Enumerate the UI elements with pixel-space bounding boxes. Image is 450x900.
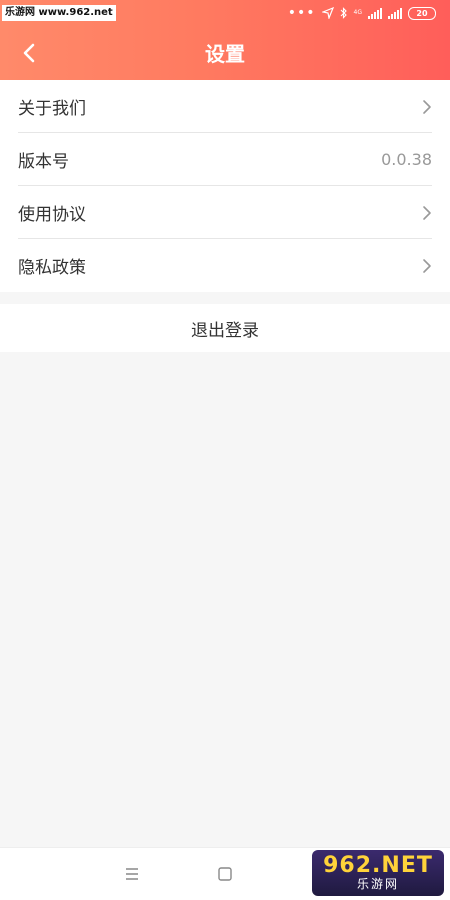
logo-top-text: 962.NET [323,853,433,878]
network-type: 4G [353,9,362,16]
location-icon [321,7,334,19]
settings-item-privacy[interactable]: 隐私政策 [18,239,432,292]
logout-button[interactable]: 退出登录 [0,304,450,352]
more-dots-icon: ••• [287,5,316,21]
chevron-right-icon [423,99,431,114]
battery-level: 20 [416,8,428,18]
settings-screen: 乐游网 www.962.net ••• 4G 20 设置 关于我们 版本号 0.… [0,0,450,900]
settings-item-about[interactable]: 关于我们 [18,80,432,133]
settings-item-version: 版本号 0.0.38 [18,133,432,186]
menu-icon[interactable] [122,864,142,884]
settings-item-label: 关于我们 [18,98,86,119]
system-nav-bar: 962.NET 乐游网 [0,847,450,900]
signal-icon [368,7,382,19]
home-square-icon[interactable] [215,864,235,884]
battery-icon: 20 [408,6,436,20]
logo-bottom-text: 乐游网 [356,877,399,891]
status-icons: ••• 4G 20 [288,5,436,21]
signal-icon-2 [388,7,402,19]
nav-bar: 设置 [0,30,450,78]
chevron-right-icon [423,205,431,220]
page-title: 设置 [205,42,245,66]
site-logo-watermark: 962.NET 乐游网 [312,850,444,896]
settings-item-terms[interactable]: 使用协议 [18,186,432,239]
settings-list: 关于我们 版本号 0.0.38 使用协议 隐私政策 [0,80,450,292]
settings-item-label: 隐私政策 [18,258,86,278]
site-watermark: 乐游网 www.962.net [2,5,116,21]
settings-item-label: 版本号 [18,151,69,172]
status-bar: 乐游网 www.962.net ••• 4G 20 [0,0,450,26]
bluetooth-icon [340,7,347,19]
settings-item-label: 使用协议 [18,204,86,225]
chevron-right-icon [423,258,431,273]
logout-label: 退出登录 [191,320,259,341]
header: 乐游网 www.962.net ••• 4G 20 设置 [0,0,450,80]
version-value: 0.0.38 [381,150,432,169]
